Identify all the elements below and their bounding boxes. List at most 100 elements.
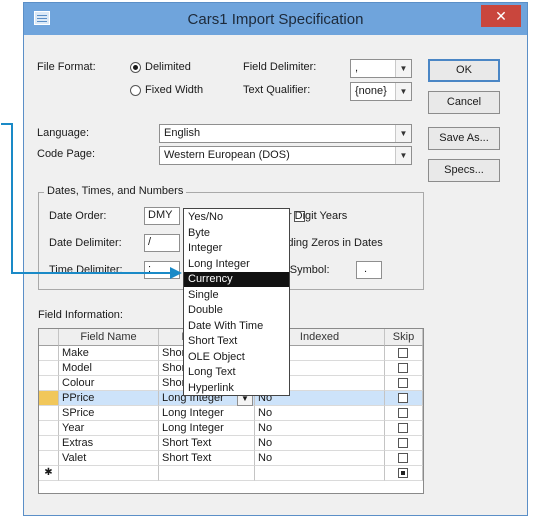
skip-cell [385, 436, 423, 451]
date-order-select[interactable]: DMY [144, 207, 180, 225]
row-selector[interactable] [39, 406, 59, 421]
language-select[interactable]: English ▼ [159, 124, 412, 143]
checkbox-dot [401, 471, 405, 475]
skip-header: Skip [385, 329, 423, 346]
field-name-cell[interactable]: Model [59, 361, 159, 376]
new-row-cell[interactable] [159, 466, 255, 481]
chevron-down-icon: ▼ [395, 147, 411, 164]
data-type-option[interactable]: Currency [184, 272, 289, 287]
skip-checkbox[interactable] [398, 378, 408, 388]
data-type-option[interactable]: Long Integer [184, 257, 289, 272]
field-name-cell[interactable]: Make [59, 346, 159, 361]
skip-cell [385, 421, 423, 436]
data-type-option[interactable]: Double [184, 303, 289, 318]
new-row-cell[interactable] [255, 466, 385, 481]
row-selector[interactable] [39, 361, 59, 376]
data-type-cell[interactable]: Short Text [159, 436, 255, 451]
ok-button[interactable]: OK [428, 59, 500, 82]
chevron-down-icon: ▼ [395, 83, 411, 100]
row-selector[interactable] [39, 421, 59, 436]
text-qualifier-value: {none} [355, 85, 387, 97]
field-name-cell[interactable]: Extras [59, 436, 159, 451]
chevron-down-icon: ▼ [395, 125, 411, 142]
skip-checkbox[interactable] [398, 438, 408, 448]
specs-button[interactable]: Specs... [428, 159, 500, 182]
fixed-width-label: Fixed Width [145, 84, 204, 96]
date-delimiter-input[interactable]: / [144, 234, 180, 252]
indexed-cell[interactable]: No [255, 421, 385, 436]
code-page-select[interactable]: Western European (DOS) ▼ [159, 146, 412, 165]
arrow-head-icon [170, 267, 182, 279]
data-type-option[interactable]: OLE Object [184, 350, 289, 365]
data-type-dropdown-list[interactable]: Yes/No Byte Integer Long Integer Currency Sin… [183, 208, 290, 396]
data-type-option[interactable]: Short Text [184, 334, 289, 349]
close-button[interactable]: ✕ [481, 5, 521, 27]
indexed-cell[interactable]: No [255, 436, 385, 451]
decimal-symbol-input[interactable]: . [356, 261, 382, 279]
row-selector[interactable] [39, 391, 59, 406]
date-delimiter-value: / [148, 236, 152, 248]
data-type-option[interactable]: Byte [184, 226, 289, 241]
window-title: Cars1 Import Specification [187, 11, 364, 28]
data-type-option[interactable]: Long Text [184, 365, 289, 380]
row-selector[interactable] [39, 346, 59, 361]
skip-cell [385, 346, 423, 361]
cancel-button[interactable]: Cancel [428, 91, 500, 114]
field-delimiter-value: , [355, 62, 359, 74]
data-type-cell[interactable]: Short Text [159, 451, 255, 466]
field-name-cell[interactable]: Year [59, 421, 159, 436]
indexed-cell[interactable]: No [255, 406, 385, 421]
import-spec-dialog: Cars1 Import Specification ✕ File Format… [1, 2, 528, 516]
date-order-label: Date Order: [49, 210, 107, 222]
skip-checkbox[interactable] [398, 363, 408, 373]
fixed-width-radio[interactable] [130, 85, 141, 96]
field-name-cell[interactable]: Valet [59, 451, 159, 466]
data-type-option[interactable]: Integer [184, 241, 289, 256]
decimal-symbol-value: . [364, 263, 368, 275]
new-row-marker: ✱ [39, 466, 59, 481]
arrow-line-top [1, 123, 11, 125]
field-name-cell[interactable]: SPrice [59, 406, 159, 421]
delimited-radio[interactable] [130, 62, 141, 73]
delimited-label: Delimited [145, 61, 191, 73]
language-value: English [164, 127, 201, 139]
skip-checkbox[interactable] [398, 408, 408, 418]
skip-checkbox[interactable] [398, 453, 408, 463]
field-name-cell[interactable]: PPrice [59, 391, 159, 406]
title-bar[interactable]: Cars1 Import Specification ✕ [24, 3, 527, 35]
row-selector[interactable] [39, 436, 59, 451]
new-row-cell[interactable] [385, 466, 423, 481]
row-selector[interactable] [39, 451, 59, 466]
data-type-option[interactable]: Yes/No [184, 210, 289, 225]
skip-checkbox[interactable] [398, 348, 408, 358]
data-type-option[interactable]: Single [184, 288, 289, 303]
arrow-line-vertical [11, 123, 13, 273]
skip-cell [385, 391, 423, 406]
field-name-cell[interactable]: Colour [59, 376, 159, 391]
data-type-cell[interactable]: Long Integer [159, 421, 255, 436]
new-row-cell[interactable] [59, 466, 159, 481]
skip-cell [385, 376, 423, 391]
chevron-down-icon: ▼ [395, 60, 411, 77]
data-type-option[interactable]: Date With Time [184, 319, 289, 334]
file-format-label: File Format: [37, 61, 96, 73]
code-page-label: Code Page: [37, 148, 96, 160]
skip-cell [385, 406, 423, 421]
data-type-option[interactable]: Hyperlink [184, 381, 289, 396]
indexed-cell[interactable]: No [255, 451, 385, 466]
skip-checkbox[interactable] [398, 393, 408, 403]
data-type-cell[interactable]: Long Integer [159, 406, 255, 421]
date-delimiter-label: Date Delimiter: [49, 237, 122, 249]
field-delimiter-label: Field Delimiter: [243, 61, 317, 73]
language-label: Language: [37, 127, 89, 139]
skip-cell [385, 361, 423, 376]
skip-checkbox[interactable] [398, 423, 408, 433]
text-qualifier-select[interactable]: {none} ▼ [350, 82, 412, 101]
field-name-header: Field Name [59, 329, 159, 346]
row-selector[interactable] [39, 376, 59, 391]
skip-checkbox[interactable] [398, 468, 408, 478]
dates-group-title: Dates, Times, and Numbers [44, 185, 187, 197]
field-delimiter-select[interactable]: , ▼ [350, 59, 412, 78]
skip-cell [385, 451, 423, 466]
save-as-button[interactable]: Save As... [428, 127, 500, 150]
